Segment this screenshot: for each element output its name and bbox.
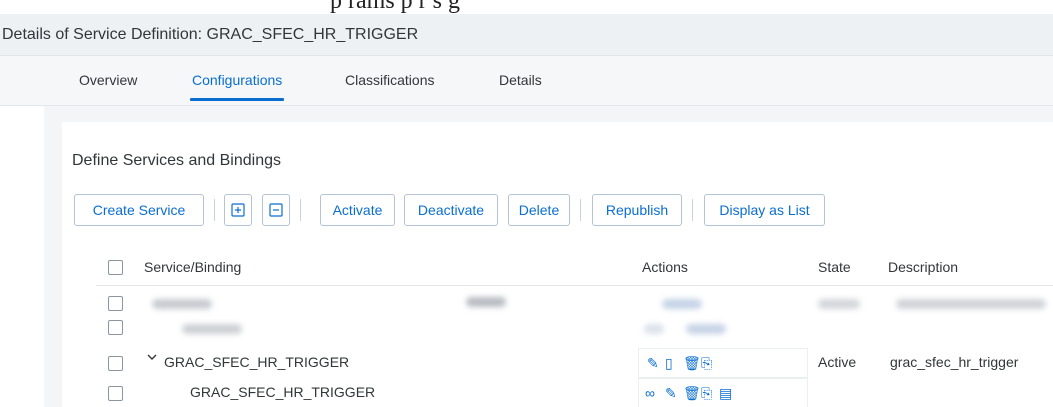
top-cropped-text: p rams p r s g xyxy=(0,0,1053,14)
description-value: grac_sfec_hr_trigger xyxy=(890,354,1019,370)
edit-icon[interactable]: ✎ xyxy=(665,385,677,402)
expand-all-icon xyxy=(231,203,245,217)
display-as-list-button[interactable]: Display as List xyxy=(704,194,825,226)
deactivate-button[interactable]: Deactivate xyxy=(404,194,498,226)
column-header-actions: Actions xyxy=(642,259,688,275)
redacted-text xyxy=(182,324,242,334)
table-row[interactable] xyxy=(96,312,1053,342)
delete-icon[interactable]: 🗑 xyxy=(683,385,701,402)
redacted-text xyxy=(686,324,726,334)
publish-icon[interactable]: ⎘ xyxy=(701,355,712,372)
create-service-button[interactable]: Create Service xyxy=(74,194,204,226)
preview-icon[interactable]: ∞ xyxy=(645,385,655,401)
edit-icon[interactable]: ✎ xyxy=(647,355,659,372)
delete-button[interactable]: Delete xyxy=(508,194,570,226)
toolbar-separator xyxy=(580,199,581,221)
toolbar-separator xyxy=(214,199,215,221)
row-checkbox[interactable] xyxy=(108,320,123,335)
tab-details[interactable]: Details xyxy=(499,72,542,88)
table-row[interactable]: GRAC_SFEC_HR_TRIGGER ✎ ▯ 🗑 ⎘ Active grac… xyxy=(96,348,1053,378)
redacted-text xyxy=(896,299,1046,309)
toolbar-separator xyxy=(300,199,301,221)
column-header-state: State xyxy=(818,259,851,275)
expand-all-button[interactable] xyxy=(224,194,252,226)
page-header: Details of Service Definition: GRAC_SFEC… xyxy=(0,14,1053,56)
redacted-text xyxy=(152,299,212,309)
binding-name: GRAC_SFEC_HR_TRIGGER xyxy=(190,384,376,400)
row-actions: ∞ ✎ 🗑 ⎘ ▤ xyxy=(638,378,808,407)
redacted-text xyxy=(818,299,860,309)
toolbar-separator xyxy=(692,199,693,221)
publish-icon[interactable]: ⎘ xyxy=(701,385,712,402)
table-header-row: Service/Binding Actions State Descriptio… xyxy=(96,248,1053,286)
republish-button[interactable]: Republish xyxy=(592,194,682,226)
redacted-text xyxy=(662,299,702,309)
column-header-description: Description xyxy=(888,259,959,275)
delete-icon[interactable]: 🗑 xyxy=(683,355,701,372)
tab-overview[interactable]: Overview xyxy=(79,72,137,88)
state-value: Active xyxy=(818,354,857,370)
collapse-all-icon xyxy=(269,203,283,217)
row-actions: ✎ ▯ 🗑 ⎘ xyxy=(638,348,808,378)
tab-bar: Overview Configurations Classifications … xyxy=(0,56,1053,106)
test-icon[interactable]: ▤ xyxy=(719,385,732,402)
chevron-down-icon[interactable] xyxy=(146,351,158,366)
tab-classifications[interactable]: Classifications xyxy=(345,72,434,88)
top-cropped-text-content: p rams p r s g xyxy=(330,0,460,14)
table-row[interactable]: GRAC_SFEC_HR_TRIGGER ∞ ✎ 🗑 ⎘ ▤ xyxy=(96,378,1053,407)
tab-configurations[interactable]: Configurations xyxy=(189,72,285,101)
section-title: Define Services and Bindings xyxy=(72,152,282,169)
copy-icon[interactable]: ▯ xyxy=(665,355,673,372)
collapse-all-button[interactable] xyxy=(262,194,290,226)
row-checkbox[interactable] xyxy=(108,386,123,401)
redacted-text xyxy=(466,297,506,307)
column-header-service-binding: Service/Binding xyxy=(144,259,242,275)
page-title: Details of Service Definition: GRAC_SFEC… xyxy=(2,26,419,43)
row-checkbox[interactable] xyxy=(108,356,123,371)
redacted-text xyxy=(644,324,664,334)
select-all-checkbox[interactable] xyxy=(108,260,123,275)
service-name: GRAC_SFEC_HR_TRIGGER xyxy=(164,354,350,370)
activate-button[interactable]: Activate xyxy=(320,194,395,226)
row-checkbox[interactable] xyxy=(108,296,123,311)
